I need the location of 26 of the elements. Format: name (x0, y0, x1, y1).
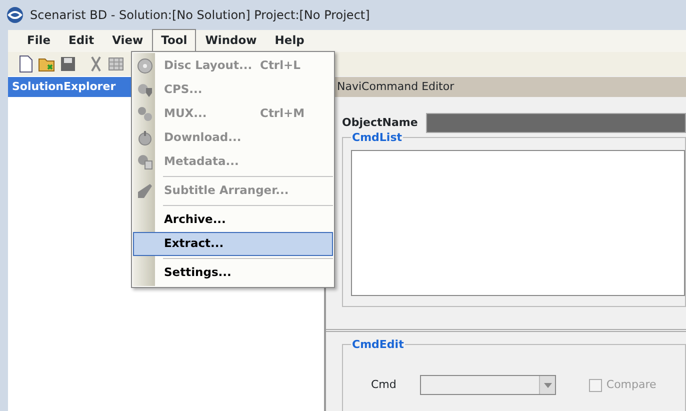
save-icon[interactable] (60, 56, 76, 72)
menu-item[interactable]: Edit (60, 29, 104, 53)
menu-item[interactable]: Tool (152, 29, 196, 53)
menu-item[interactable]: Help (266, 29, 314, 53)
field-label: ObjectName (342, 114, 418, 131)
menu-item[interactable]: View (103, 29, 152, 53)
checkbox-label: Compare (606, 376, 656, 393)
new-document-icon[interactable] (18, 55, 34, 73)
caret-icon (544, 382, 552, 388)
grid-icon[interactable] (108, 56, 124, 72)
menu-item[interactable]: Extract... (133, 232, 333, 256)
menu-item[interactable]: File (18, 29, 60, 53)
window-title: Scenarist BD - Solution:[No Solution] Project:[No Project] (30, 7, 370, 24)
menu-item[interactable]: Archive... (133, 208, 333, 232)
panel-title: NaviCommand Editor (337, 80, 454, 93)
disc-icon (137, 130, 153, 146)
object-name-field[interactable] (426, 113, 686, 133)
menu-item[interactable]: Window (196, 29, 266, 53)
menu-item[interactable]: Settings... (133, 261, 333, 285)
shield-disc-icon (137, 82, 153, 98)
pen-icon (137, 183, 153, 199)
field-label: Cmd (371, 376, 396, 393)
discs-icon (137, 106, 153, 122)
app-logo-icon (6, 6, 24, 24)
document-disc-icon (137, 154, 153, 170)
disc-icon (137, 58, 153, 74)
